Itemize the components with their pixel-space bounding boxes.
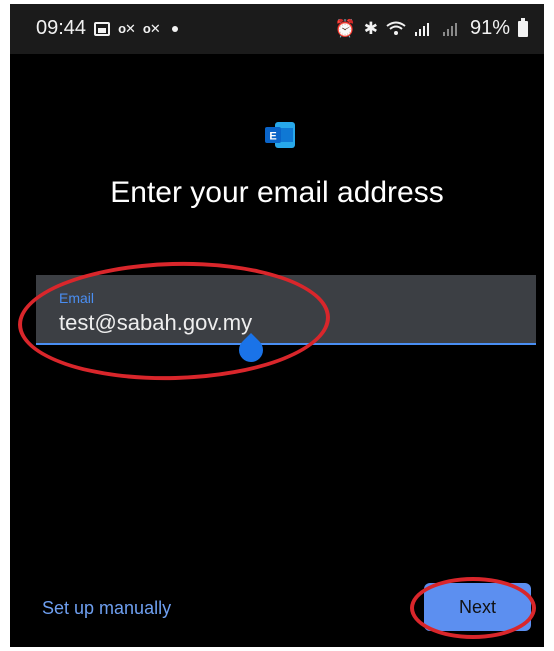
status-bar: 09:44 o✕ o✕ ⏰ ✱ 91%: [10, 4, 544, 54]
page-title: Enter your email address: [110, 176, 444, 209]
email-field-label: Email: [59, 290, 95, 306]
exchange-logo-icon: E: [265, 122, 295, 148]
email-field[interactable]: Email test@sabah.gov.my: [36, 275, 536, 345]
signal-icon: [442, 22, 457, 36]
svg-text:E: E: [269, 131, 276, 143]
next-button[interactable]: Next: [424, 583, 531, 631]
status-time: 09:44: [36, 17, 87, 39]
email-field-value[interactable]: test@sabah.gov.my: [59, 310, 252, 336]
set-up-manually-link[interactable]: Set up manually: [42, 598, 171, 619]
image-icon: [94, 21, 111, 36]
battery-icon: [518, 17, 528, 37]
signal-icon: [414, 22, 429, 36]
alarm-icon: ⏰: [334, 18, 356, 38]
battery-percent: 91%: [469, 17, 510, 39]
wifi-icon: [386, 21, 406, 35]
notification-icon: o✕: [142, 20, 161, 36]
bluetooth-icon: ✱: [363, 18, 378, 38]
notification-icon: o✕: [118, 20, 136, 36]
more-notifications-dot-icon: [171, 25, 178, 32]
